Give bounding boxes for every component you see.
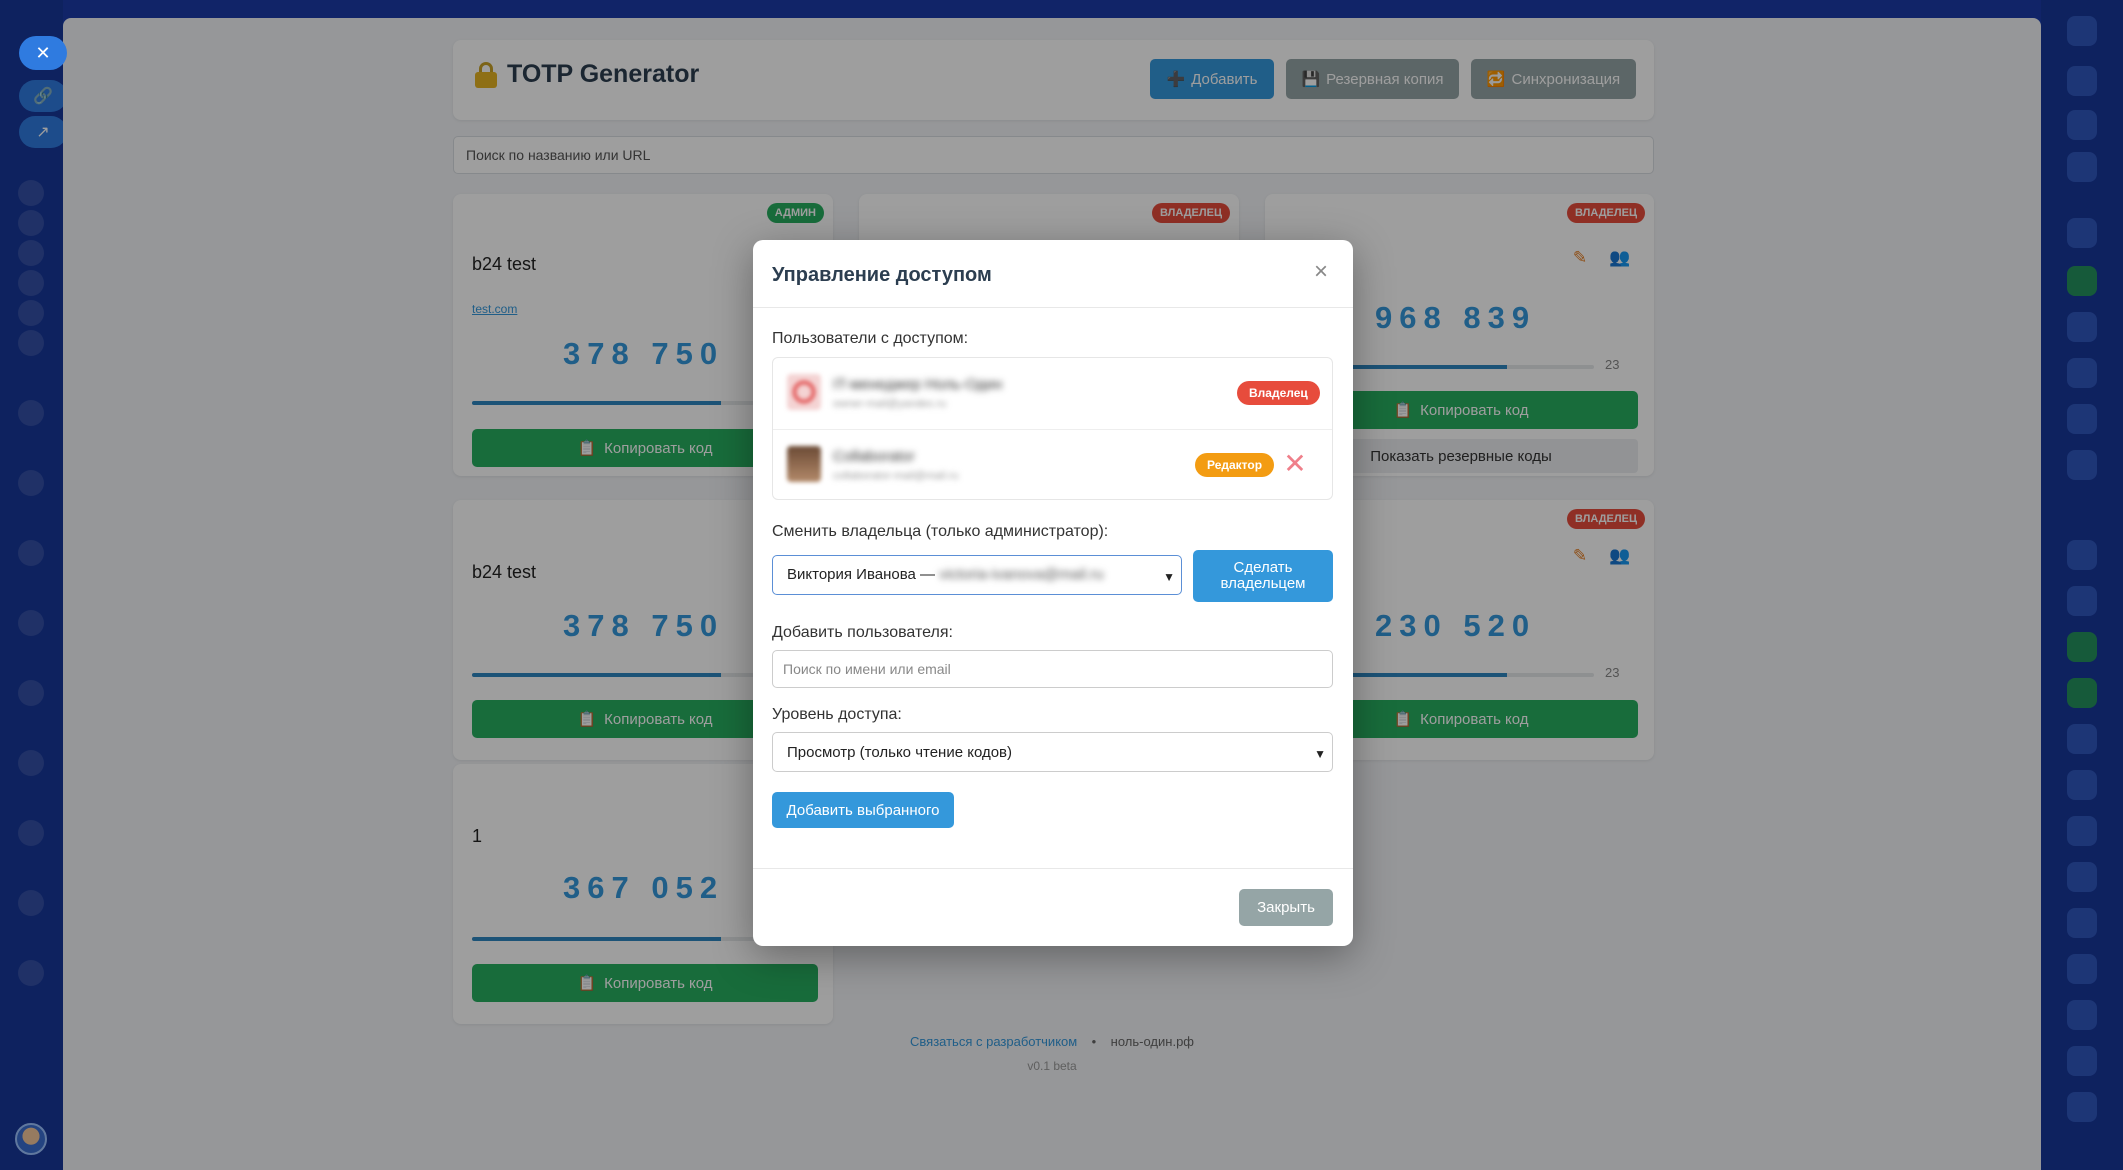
chevron-down-icon: ▼ [1314, 747, 1326, 761]
user-search-input[interactable]: Поиск по имени или email [772, 650, 1333, 688]
modal-header: Управление доступом × [753, 240, 1353, 308]
user-email: owner-mail@yandex.ru [833, 398, 947, 410]
users-list: IT-менеджер Ноль-Один owner-mail@yandex.… [772, 357, 1333, 500]
list-item: IT-менеджер Ноль-Один owner-mail@yandex.… [773, 358, 1332, 428]
chevron-down-icon: ▼ [1163, 570, 1175, 584]
access-level-select[interactable]: Просмотр (только чтение кодов) ▼ [772, 732, 1333, 772]
close-icon[interactable]: ✕ [19, 36, 67, 70]
owner-select[interactable]: Виктория Иванова — victoria-ivanova@mail… [772, 555, 1182, 595]
user-name: Collaborator [833, 448, 915, 465]
add-user-label: Добавить пользователя: [772, 624, 953, 641]
users-label: Пользователи с доступом: [772, 330, 969, 347]
close-icon[interactable]: × [1309, 260, 1333, 284]
role-badge: Владелец [1237, 381, 1320, 405]
avatar [787, 374, 821, 410]
modal-footer: Закрыть [753, 868, 1353, 946]
close-button[interactable]: Закрыть [1239, 889, 1333, 926]
make-owner-button[interactable]: Сделать владельцем [1193, 550, 1333, 602]
user-name: IT-менеджер Ноль-Один [833, 376, 1003, 393]
user-email: collaborator-mail@mail.ru [833, 470, 959, 482]
access-level-label: Уровень доступа: [772, 706, 902, 723]
role-badge: Редактор [1195, 453, 1275, 477]
change-owner-label: Сменить владельца (только администратор)… [772, 523, 1109, 540]
access-modal: Управление доступом × Пользователи с дос… [753, 240, 1353, 946]
add-selected-button[interactable]: Добавить выбранного [772, 792, 954, 828]
list-item: Collaborator collaborator-mail@mail.ru Р… [773, 429, 1332, 499]
access-level-value: Просмотр (только чтение кодов) [787, 744, 1013, 761]
modal-title: Управление доступом [772, 264, 992, 286]
remove-user-icon[interactable]: ✕ [1283, 450, 1307, 478]
owner-select-value: Виктория Иванова — [787, 566, 936, 583]
avatar [787, 446, 821, 482]
owner-select-hidden: victoria-ivanova@mail.ru [939, 566, 1104, 583]
